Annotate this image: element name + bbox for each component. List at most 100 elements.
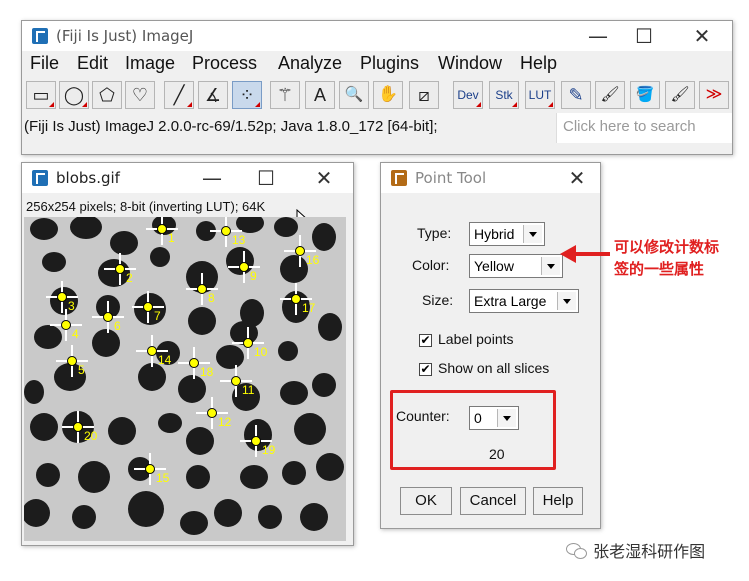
ok-button[interactable]: OK	[400, 487, 452, 515]
paintbrush-tool[interactable]: 🖌	[665, 81, 695, 109]
image-titlebar[interactable]: blobs.gif — ☐ ✕	[22, 163, 353, 193]
point-dot	[67, 356, 77, 366]
text-tool[interactable]: A	[305, 81, 335, 109]
point-dot	[251, 436, 261, 446]
show-all-slices-label: Show on all slices	[438, 360, 550, 376]
blob	[78, 461, 110, 493]
dialog-titlebar[interactable]: Point Tool ✕	[381, 163, 600, 193]
watermark: 张老湿科研作图	[566, 538, 705, 562]
color-picker-icon: ⧄	[418, 85, 430, 105]
point-label: 19	[262, 443, 276, 457]
point-dot	[189, 358, 199, 368]
magnifier-tool[interactable]: 🔍	[339, 81, 369, 109]
menu-analyze[interactable]: Analyze	[278, 53, 342, 74]
close-button[interactable]: ✕	[680, 21, 724, 51]
menu-process[interactable]: Process	[192, 53, 257, 74]
show-all-slices-checkbox[interactable]: ✔	[419, 363, 432, 376]
image-close-button[interactable]: ✕	[302, 163, 346, 193]
color-value: Yellow	[474, 258, 514, 274]
blob	[128, 491, 164, 527]
blob	[214, 499, 242, 527]
blob	[278, 341, 298, 361]
hand-tool[interactable]: ✋	[373, 81, 403, 109]
point-label: 18	[200, 365, 214, 379]
polygon-icon: ⬠	[99, 85, 115, 105]
flood-fill-tool[interactable]: 🪣	[630, 81, 660, 109]
angle-icon: ∡	[204, 85, 222, 105]
point-label: 12	[218, 415, 232, 429]
blobs-image-svg: 1234567891011121314151617181920	[24, 217, 346, 541]
point-dot	[103, 312, 113, 322]
blob	[92, 329, 120, 357]
search-box[interactable]: Click here to search	[556, 113, 732, 143]
image-info: 256x254 pixels; 8-bit (inverting LUT); 6…	[26, 199, 266, 214]
point-label: 20	[84, 429, 98, 443]
point-dot	[145, 464, 155, 474]
color-select[interactable]: Yellow	[469, 254, 563, 278]
paintbrush-icon: 🖌	[670, 86, 690, 103]
blob	[300, 503, 328, 531]
point-dot	[61, 320, 71, 330]
image-window: blobs.gif — ☐ ✕ 256x254 pixels; 8-bit (i…	[21, 162, 354, 546]
maximize-button[interactable]: ☐	[622, 21, 666, 51]
stk-tool[interactable]: Stk	[489, 81, 519, 109]
point-dot	[115, 264, 125, 274]
blob	[30, 413, 58, 441]
more-tools-button[interactable]: ≫	[699, 81, 729, 109]
chevron-down-icon	[523, 225, 542, 243]
size-label: Size:	[422, 292, 454, 308]
blob	[316, 453, 344, 481]
minimize-button[interactable]: —	[576, 21, 620, 51]
image-window-icon	[32, 170, 48, 186]
imagej-app-icon	[32, 28, 48, 44]
oval-tool[interactable]: ◯	[59, 81, 89, 109]
angle-tool[interactable]: ∡	[198, 81, 228, 109]
blob	[180, 511, 208, 535]
dialog-close-button[interactable]: ✕	[555, 163, 599, 193]
label-points-checkbox[interactable]: ✔	[419, 334, 432, 347]
point-label: 13	[232, 233, 246, 247]
menu-edit[interactable]: Edit	[77, 53, 108, 74]
point-dot	[291, 294, 301, 304]
cancel-button[interactable]: Cancel	[460, 487, 526, 515]
blob	[158, 413, 182, 433]
type-select[interactable]: Hybrid	[469, 222, 545, 246]
multipoint-tool[interactable]: ⁘	[232, 81, 262, 109]
dev-tool[interactable]: Dev	[453, 81, 483, 109]
oval-icon: ◯	[63, 85, 85, 105]
help-button[interactable]: Help	[533, 487, 583, 515]
blob	[150, 247, 170, 267]
line-tool[interactable]: ╱	[164, 81, 194, 109]
menu-help[interactable]: Help	[520, 53, 557, 74]
menu-file[interactable]: File	[30, 53, 59, 74]
image-window-title: blobs.gif	[56, 169, 120, 187]
rectangle-icon: ▭	[32, 85, 50, 105]
point-dot	[221, 226, 231, 236]
menu-window[interactable]: Window	[438, 53, 502, 74]
menu-image[interactable]: Image	[125, 53, 175, 74]
point-label: 3	[68, 299, 75, 313]
wand-tool[interactable]: ⚚	[270, 81, 300, 109]
rectangle-tool[interactable]: ▭	[26, 81, 56, 109]
point-label: 10	[254, 345, 268, 359]
blob	[72, 505, 96, 529]
freehand-tool[interactable]: ♡	[125, 81, 155, 109]
size-select[interactable]: Extra Large	[469, 289, 579, 313]
image-minimize-button[interactable]: —	[190, 163, 234, 193]
polygon-tool[interactable]: ⬠	[92, 81, 122, 109]
point-dot	[239, 262, 249, 272]
size-value: Extra Large	[474, 293, 547, 309]
main-titlebar[interactable]: (Fiji Is Just) ImageJ — ☐ ✕	[22, 21, 732, 51]
lut-tool[interactable]: LUT	[525, 81, 555, 109]
pencil-tool[interactable]: ✎	[561, 81, 591, 109]
brush-tool[interactable]: 🖌	[595, 81, 625, 109]
multipoint-icon: ⁘	[239, 85, 255, 105]
point-label: 6	[114, 319, 121, 333]
point-label: 2	[126, 271, 133, 285]
menu-plugins[interactable]: Plugins	[360, 53, 419, 74]
image-maximize-button[interactable]: ☐	[244, 163, 288, 193]
point-label: 4	[72, 327, 79, 341]
blobs-image[interactable]: 1 2 3 4 5 6 7 8 9 10 11 12 13 14 15 16 17 18 19 20	[24, 217, 346, 541]
point-label: 1	[168, 231, 175, 245]
color-picker-tool[interactable]: ⧄	[409, 81, 439, 109]
